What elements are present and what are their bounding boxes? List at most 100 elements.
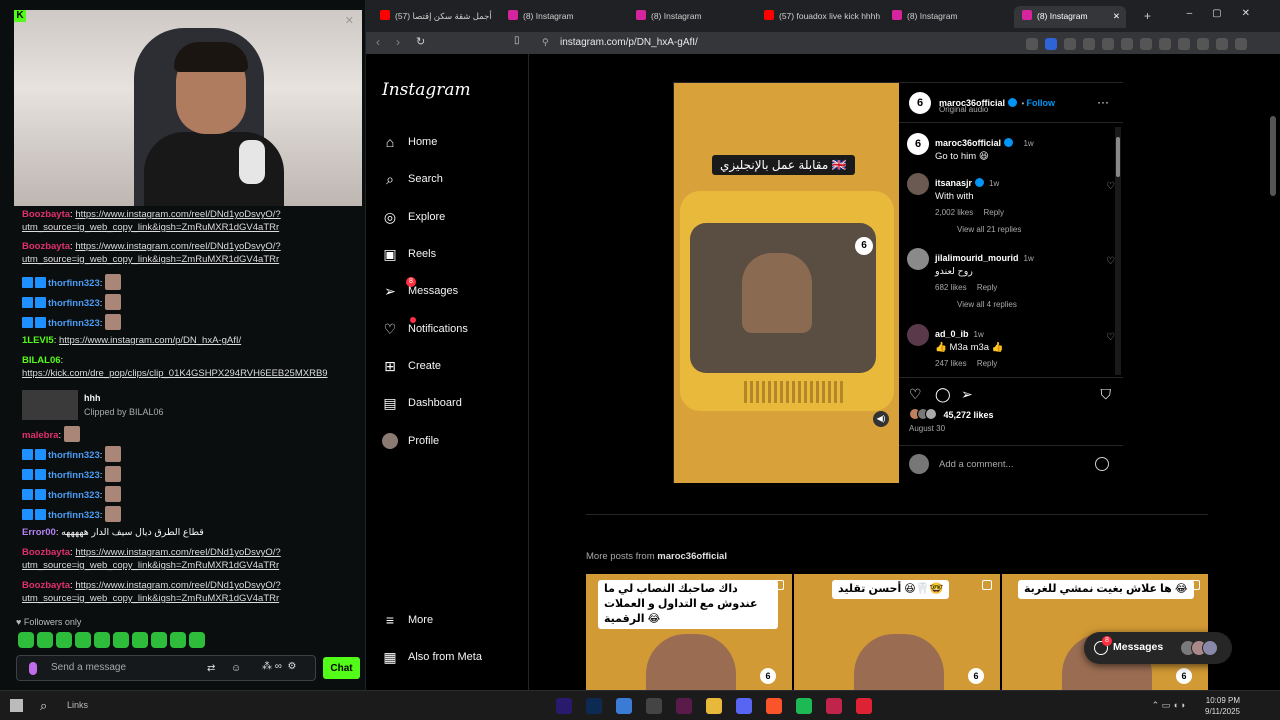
nav-reels[interactable]: ▣ Reels [382,244,436,264]
app-icon[interactable] [676,698,692,714]
links-toolbar[interactable]: Links [67,700,88,710]
page-scrollbar[interactable] [1270,116,1276,676]
extension-icon[interactable] [1064,38,1076,50]
extension-icon[interactable] [1235,38,1247,50]
nav-profile[interactable]: Profile [382,431,439,451]
nav-notifications[interactable]: ♡ Notifications [382,317,468,339]
comment-icon[interactable]: ◯ [935,386,951,403]
bookmark-icon[interactable]: ▯ [514,35,520,46]
extension-icon[interactable] [1102,38,1114,50]
emote-icon[interactable] [75,632,91,648]
comment-likes[interactable]: 682 likes [935,283,967,292]
comment-like-icon[interactable]: ♡ [1106,256,1115,267]
brave-icon[interactable] [766,698,782,714]
comment-like-icon[interactable]: ♡ [1106,181,1115,192]
emote-icon[interactable] [189,632,205,648]
nav-explore[interactable]: ◎ Explore [382,207,445,227]
reel-video[interactable]: مقابلة عمل بالإنجليزي 🇬🇧 6 ◀) [674,83,899,483]
reload-icon[interactable]: ↻ [416,35,425,48]
chat-username[interactable]: thorfinn323 [48,470,100,481]
more-post-thumbnail[interactable]: داك صاحبك النصاب لي ما عندوش مع التداول … [586,574,792,690]
emote-icon[interactable] [113,632,129,648]
commenter-avatar[interactable] [907,173,929,195]
extension-icon[interactable] [1083,38,1095,50]
new-tab-icon[interactable]: + [1144,9,1151,23]
reply-button[interactable]: Reply [983,208,1003,217]
browser-tab[interactable]: (8) Instagram [888,6,1010,28]
author-avatar[interactable]: 6 [909,92,931,114]
site-info-icon[interactable]: ⚲ [542,37,549,48]
chat-text[interactable]: https://kick.com/dre_pop/clips/clip_01K4… [22,368,328,379]
view-replies-button[interactable]: View all 4 replies [935,300,1105,309]
search-icon[interactable]: ⌕ [40,698,47,714]
comments-scrollbar[interactable] [1115,127,1121,375]
chat-username[interactable]: thorfinn323 [48,490,100,501]
chat-username[interactable]: thorfinn323 [48,510,100,521]
tab-close-icon[interactable]: ✕ [1113,6,1120,26]
reply-button[interactable]: Reply [977,359,997,368]
app-icon[interactable] [826,698,842,714]
premiere-icon[interactable] [556,698,572,714]
chat-username[interactable]: Boozbayta [22,580,70,591]
extension-icon[interactable] [1140,38,1152,50]
emoji-icon[interactable] [1095,457,1109,471]
chat-username[interactable]: thorfinn323 [48,298,100,309]
chat-username[interactable]: Boozbayta [22,209,70,220]
mute-icon[interactable]: ◀) [873,411,889,427]
save-icon[interactable]: ⛉ [1101,386,1112,403]
commenter-avatar[interactable] [907,248,929,270]
emote-icon[interactable] [132,632,148,648]
nav-messages[interactable]: ➢ 8 Messages [382,277,458,301]
emote-icon[interactable] [151,632,167,648]
comment-username[interactable]: jilalimourid_mourid [935,253,1019,263]
view-replies-button[interactable]: View all 21 replies [935,225,1105,234]
emote-icon[interactable] [94,632,110,648]
instagram-logo[interactable]: Instagram [382,80,471,100]
browser-tab[interactable]: (8) Instagram ✕ [1014,6,1126,28]
likes-count[interactable]: 45,272 likes [909,408,994,420]
chat-username[interactable]: malebra [22,430,58,441]
like-icon[interactable]: ♡ [909,386,922,403]
comment-likes[interactable]: 247 likes [935,359,967,368]
spotify-icon[interactable] [796,698,812,714]
nav-more[interactable]: ≡ More [382,610,433,630]
caption-author[interactable]: maroc36official [935,138,1001,148]
comment-like-icon[interactable]: ♡ [1106,332,1115,343]
chat-tools-icon[interactable]: ⁂ ∞ ⚙ [262,661,296,672]
close-icon[interactable]: ✕ [345,14,354,27]
extension-icon[interactable] [1197,38,1209,50]
chat-username[interactable]: Boozbayta [22,547,70,558]
chat-username[interactable]: thorfinn323 [48,450,100,461]
chat-username[interactable]: thorfinn323 [48,318,100,329]
caption-avatar[interactable]: 6 [907,133,929,155]
nav-create[interactable]: ⊞ Create [382,356,441,376]
chat-send-button[interactable]: Chat [323,657,360,679]
back-icon[interactable]: ‹ [376,35,380,49]
emote-icon[interactable] [170,632,186,648]
comment-username[interactable]: itsanasjr [935,178,972,188]
photoshop-icon[interactable] [586,698,602,714]
follow-button[interactable]: Follow [1027,98,1056,108]
file-explorer-icon[interactable] [706,698,722,714]
more-options-icon[interactable]: ··· [1097,95,1109,109]
nav-also-from-meta[interactable]: ▦ Also from Meta [382,647,482,667]
app-icon[interactable] [856,698,872,714]
nav-search[interactable]: ⌕ Search [382,169,443,189]
browser-tab[interactable]: (57) أجمل شقة سكن إقتصا [376,6,498,28]
chat-username[interactable]: 1LEVI5 [22,335,54,346]
chat-username[interactable]: Boozbayta [22,241,70,252]
chat-username[interactable]: Error00 [22,527,56,538]
translate-icon[interactable]: ⇄ [207,663,215,674]
comment-username[interactable]: ad_0_ib [935,329,969,339]
reply-button[interactable]: Reply [977,283,997,292]
app-icon[interactable] [616,698,632,714]
start-button[interactable] [10,699,23,712]
comment-likes[interactable]: 2,002 likes [935,208,973,217]
url-field[interactable]: instagram.com/p/DN_hxA-gAfI/ [560,37,698,48]
commenter-avatar[interactable] [907,324,929,346]
emote-icon[interactable] [37,632,53,648]
original-audio-link[interactable]: Original audio [939,105,988,114]
extension-icon[interactable] [1178,38,1190,50]
nav-dashboard[interactable]: ▤ Dashboard [382,393,461,413]
extension-icon[interactable] [1216,38,1228,50]
